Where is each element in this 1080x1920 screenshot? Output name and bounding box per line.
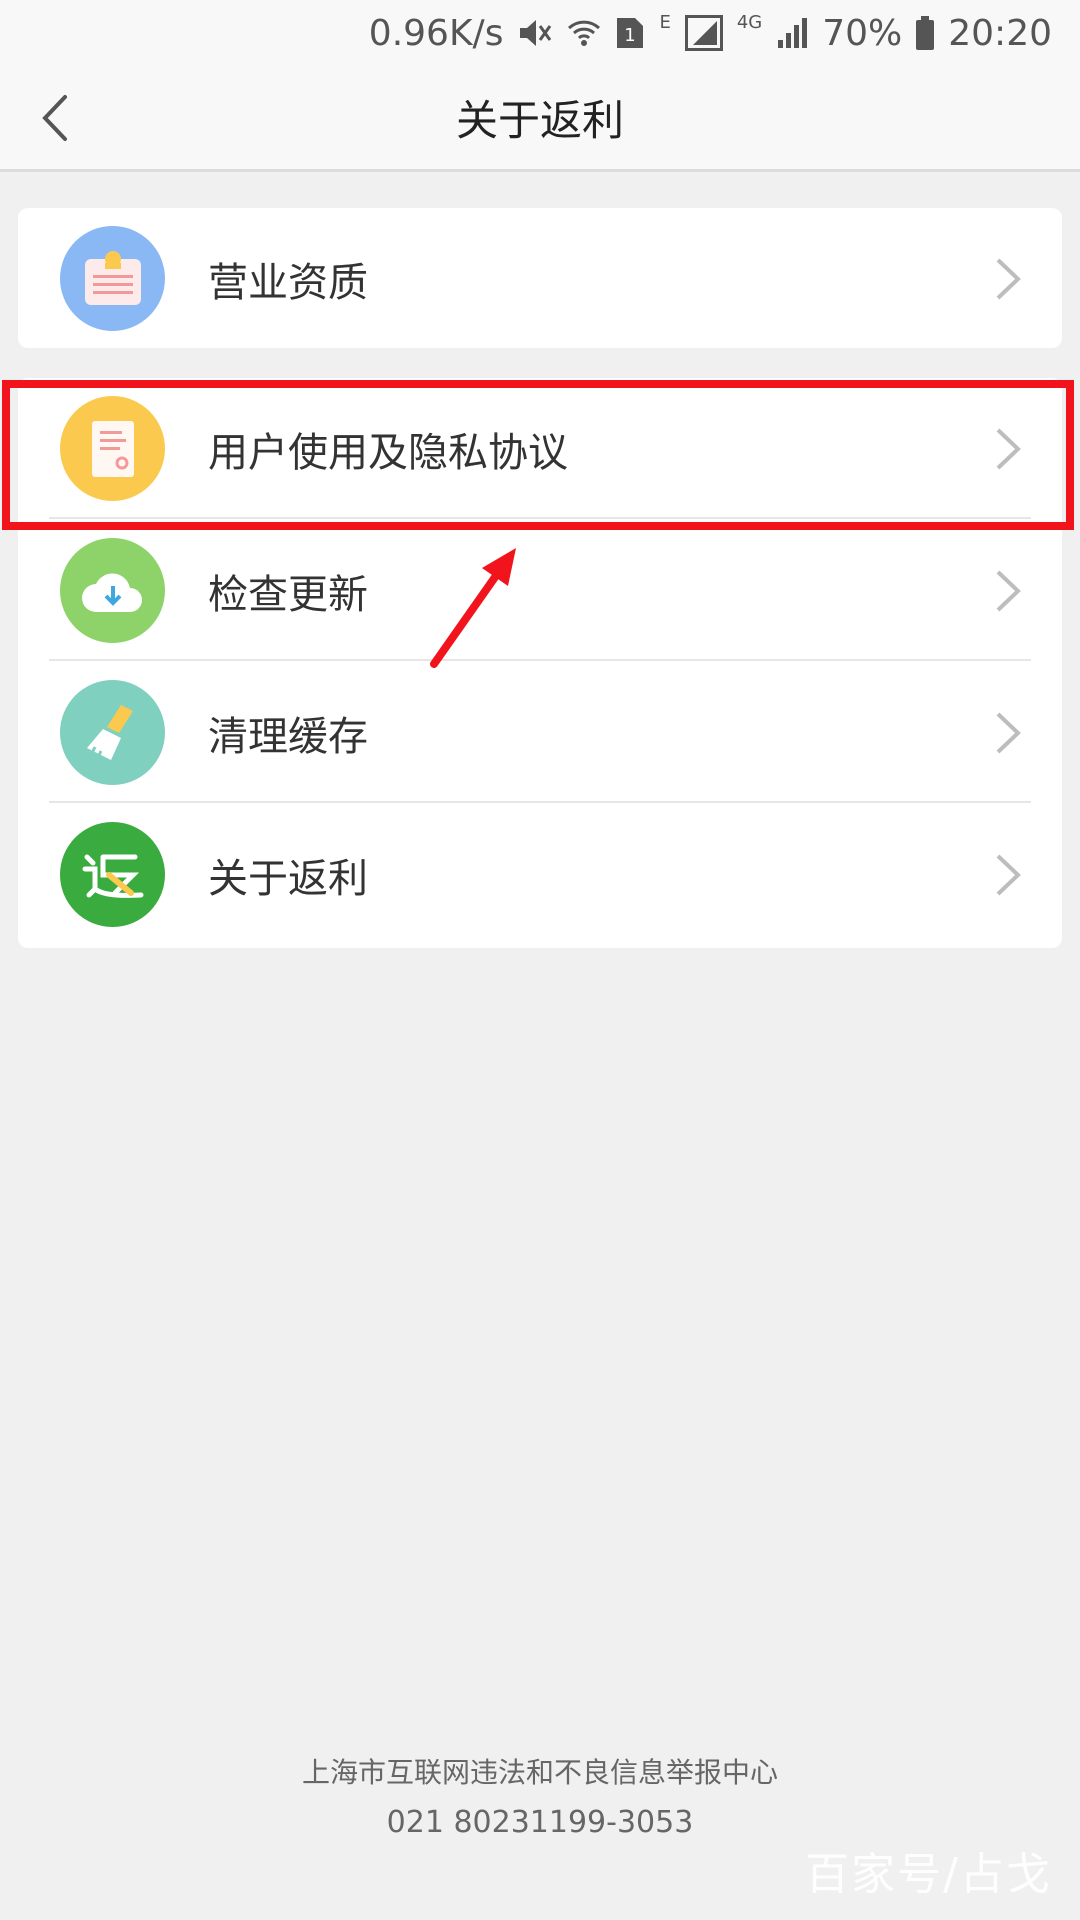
menu-item-label: 关于返利 [208,855,368,902]
navigation-bar: 关于返利 [0,66,1080,172]
mute-icon [517,16,553,50]
red-arrow-icon [430,548,516,668]
highlight-annotation-box [2,380,1074,530]
wifi-icon [567,16,601,50]
menu-item-label: 检查更新 [208,571,368,618]
report-center-text: 上海市互联网违法和不良信息举报中心 [301,1756,778,1789]
chevron-right-icon [996,712,1021,754]
fanli-logo-icon [60,822,165,927]
divider [49,801,1031,803]
chevron-right-icon [996,258,1021,300]
broom-icon [60,680,165,785]
cloud-download-icon [60,538,165,643]
chevron-right-icon [996,854,1021,896]
status-bar: 0.96K/s 1 E 4G 70% 20:20 [0,0,1080,66]
menu-item-check-update[interactable]: 检查更新 [18,520,1062,661]
chevron-right-icon [996,570,1021,612]
net-speed: 0.96K/s [368,12,504,54]
clock: 20:20 [948,12,1052,54]
battery-icon [916,16,935,50]
footer: 上海市互联网违法和不良信息举报中心 021 80231199-3053 [0,1748,1080,1848]
page-title: 关于返利 [455,96,624,145]
license-icon [60,226,165,331]
network-type: 4G [736,12,763,33]
divider [49,659,1031,661]
watermark: 百家号/占戈 [805,1849,1052,1900]
signal-icon-1 [684,15,723,51]
battery-percentage: 70% [822,12,903,54]
signal-icon-2 [776,16,808,50]
sim-card-icon: 1 [615,16,645,50]
about-fanli-screen: 0.96K/s 1 E 4G 70% 20:20 关于返利 营业资质 用户使用及… [0,0,1080,1920]
menu-item-business-license[interactable]: 营业资质 [18,208,1062,349]
menu-item-label: 营业资质 [208,259,368,306]
edge-indicator: E [659,12,671,33]
menu-item-clear-cache[interactable]: 清理缓存 [18,662,1062,803]
sim-slot-number: 1 [625,25,636,46]
menu-group-1: 营业资质 [18,208,1062,348]
menu-item-label: 清理缓存 [208,713,368,760]
menu-item-about-fanli[interactable]: 关于返利 [18,804,1062,945]
